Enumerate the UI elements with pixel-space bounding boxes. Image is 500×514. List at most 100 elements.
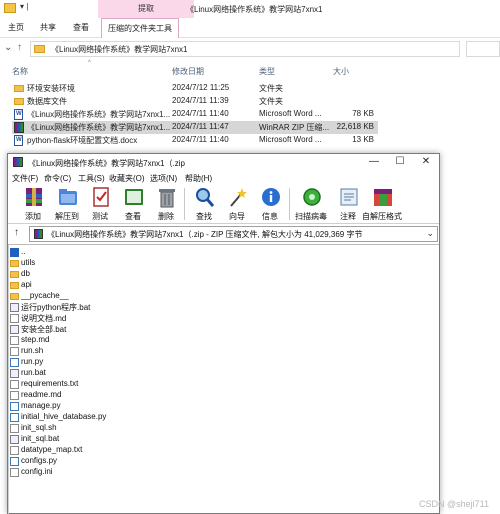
file-name: 《Linux网络操作系统》教学网站7xnx1... (27, 123, 171, 132)
item-name: .. (21, 247, 26, 256)
extract-to-icon (59, 189, 77, 205)
folder-icon (4, 3, 16, 13)
watermark-text: CSDN @sheji711 (419, 499, 489, 509)
info-button[interactable]: 信息 (255, 186, 285, 222)
explorer-window-title: 《Linux网络操作系统》教学网站7xnx1 (186, 5, 323, 14)
wizard-button[interactable]: 向导 (222, 186, 252, 222)
sort-chevron-icon: ^ (88, 60, 91, 66)
item-name: requirements.txt (21, 379, 79, 388)
item-name: db (21, 269, 30, 278)
comment-icon (340, 188, 358, 206)
folder-icon (10, 271, 19, 278)
delete-label: 删除 (158, 212, 174, 221)
find-button[interactable]: 查找 (189, 186, 219, 222)
file-type: Microsoft Word ... (259, 109, 322, 118)
py-file-icon (10, 413, 19, 422)
file-name: python-flask环境配置文档.docx (27, 136, 138, 145)
bat-file-icon (10, 325, 19, 334)
extract-to-button[interactable]: 解压到 (52, 186, 82, 222)
zip-archive-icon (34, 229, 43, 239)
file-icon (10, 391, 19, 400)
ribbon-context-tab[interactable]: 提取 (98, 0, 194, 18)
file-size: 22,618 KB (336, 122, 374, 131)
test-button[interactable]: 测试 (85, 186, 115, 222)
file-date: 2024/7/12 11:25 (172, 83, 230, 92)
file-icon (10, 314, 19, 323)
up-arrow-icon[interactable]: ↑ (17, 42, 22, 53)
menu-favorites[interactable]: 收藏夹(O) (109, 173, 145, 184)
chevron-down-icon[interactable]: ⌄ (426, 228, 434, 239)
file-row[interactable]: 环境安装环境 2024/7/12 11:25 文件夹 (12, 82, 378, 95)
delete-button[interactable]: 删除 (151, 186, 181, 222)
item-name: api (21, 280, 32, 289)
menu-help[interactable]: 帮助(H) (185, 173, 212, 184)
path-bar: ↑ 《Linux网络操作系统》教学网站7xnx1（.zip - ZIP 压缩文件… (8, 225, 439, 243)
sfx-button[interactable]: 自解压格式 (362, 186, 402, 222)
file-name: 数据库文件 (27, 97, 67, 106)
file-row[interactable]: 《Linux网络操作系统》教学网站7xnx1...2024/7/11 11:40… (12, 108, 378, 121)
file-row[interactable]: 数据库文件 2024/7/11 11:39 文件夹 (12, 95, 378, 108)
column-header-type[interactable]: 类型 (259, 66, 275, 77)
virus-scan-icon (303, 188, 321, 206)
file-date: 2024/7/11 11:40 (172, 109, 229, 118)
winrar-title-bar: 《Linux网络操作系统》教学网站7xnx1（.zip — ☐ ✕ (8, 154, 439, 171)
folder-icon (10, 282, 19, 289)
dropdown-chevron-icon[interactable]: ⌄ (4, 42, 12, 53)
tab-share[interactable]: 共享 (40, 22, 56, 33)
minimize-button[interactable]: — (361, 155, 387, 169)
up-icon (10, 248, 19, 257)
item-name: run.bat (21, 368, 46, 377)
menu-file[interactable]: 文件(F) (12, 173, 38, 184)
file-name: 《Linux网络操作系统》教学网站7xnx1... (27, 110, 171, 119)
menu-tools[interactable]: 工具(S) (78, 173, 105, 184)
folder-icon (14, 85, 24, 92)
archive-path-box[interactable]: 《Linux网络操作系统》教学网站7xnx1（.zip - ZIP 压缩文件, … (29, 226, 438, 242)
item-name: 说明文档.md (21, 314, 67, 323)
close-button[interactable]: ✕ (413, 155, 439, 169)
address-bar[interactable]: 《Linux网络操作系统》教学网站7xnx1 (30, 41, 460, 57)
explorer-title-bar: ▾ | 提取 《Linux网络操作系统》教学网站7xnx1 (0, 0, 500, 18)
menu-options[interactable]: 选项(N) (150, 173, 177, 184)
file-icon (10, 468, 19, 477)
add-button[interactable]: 添加 (18, 186, 48, 222)
menu-commands[interactable]: 命令(C) (44, 173, 71, 184)
comment-button[interactable]: 注释 (333, 186, 363, 222)
search-box[interactable] (466, 41, 500, 57)
file-type: 文件夹 (259, 84, 283, 93)
archive-file-list: .. utils db api __pycache__ 运行python程序.bat 说明文… (8, 244, 439, 514)
winrar-logo-icon (13, 157, 23, 167)
py-file-icon (10, 358, 19, 367)
item-name: init_sql.bat (21, 434, 60, 443)
address-bar-row: ⌄ ↑ 《Linux网络操作系统》教学网站7xnx1 (0, 38, 500, 60)
zip-archive-icon (14, 122, 24, 133)
file-icon (10, 347, 19, 356)
quick-access-dropdown[interactable]: ▾ | (20, 2, 28, 11)
file-type: 文件夹 (259, 97, 283, 106)
maximize-button[interactable]: ☐ (387, 155, 413, 169)
column-header-date[interactable]: 修改日期 (172, 66, 204, 77)
tab-view[interactable]: 查看 (73, 22, 89, 33)
test-icon (93, 187, 109, 207)
file-row[interactable]: python-flask环境配置文档.docx 2024/7/11 11:40 Mi… (12, 134, 378, 147)
file-icon (10, 446, 19, 455)
view-icon (125, 189, 143, 205)
column-header-name[interactable]: 名称 (12, 66, 28, 77)
item-name: configs.py (21, 456, 58, 465)
delete-icon (159, 189, 175, 208)
py-file-icon (10, 457, 19, 466)
column-header-size[interactable]: 大小 (333, 66, 349, 77)
item-name: config.ini (21, 467, 53, 476)
virus-scan-button[interactable]: 扫描病毒 (295, 186, 327, 222)
view-button[interactable]: 查看 (118, 186, 148, 222)
bat-file-icon (10, 435, 19, 444)
file-date: 2024/7/11 11:47 (172, 122, 229, 131)
file-row[interactable]: 《Linux网络操作系统》教学网站7xnx1... 2024/7/11 11:47… (12, 121, 378, 134)
file-size: 78 KB (352, 109, 374, 118)
up-arrow-icon[interactable]: ↑ (14, 227, 19, 238)
info-icon (262, 188, 280, 206)
folder-icon (14, 98, 24, 105)
address-path: 《Linux网络操作系统》教学网站7xnx1 (51, 45, 188, 54)
tab-compressed-folder-tools[interactable]: 压缩的文件夹工具 (101, 18, 179, 38)
tab-home[interactable]: 主页 (8, 22, 24, 33)
file-date: 2024/7/11 11:40 (172, 135, 229, 144)
